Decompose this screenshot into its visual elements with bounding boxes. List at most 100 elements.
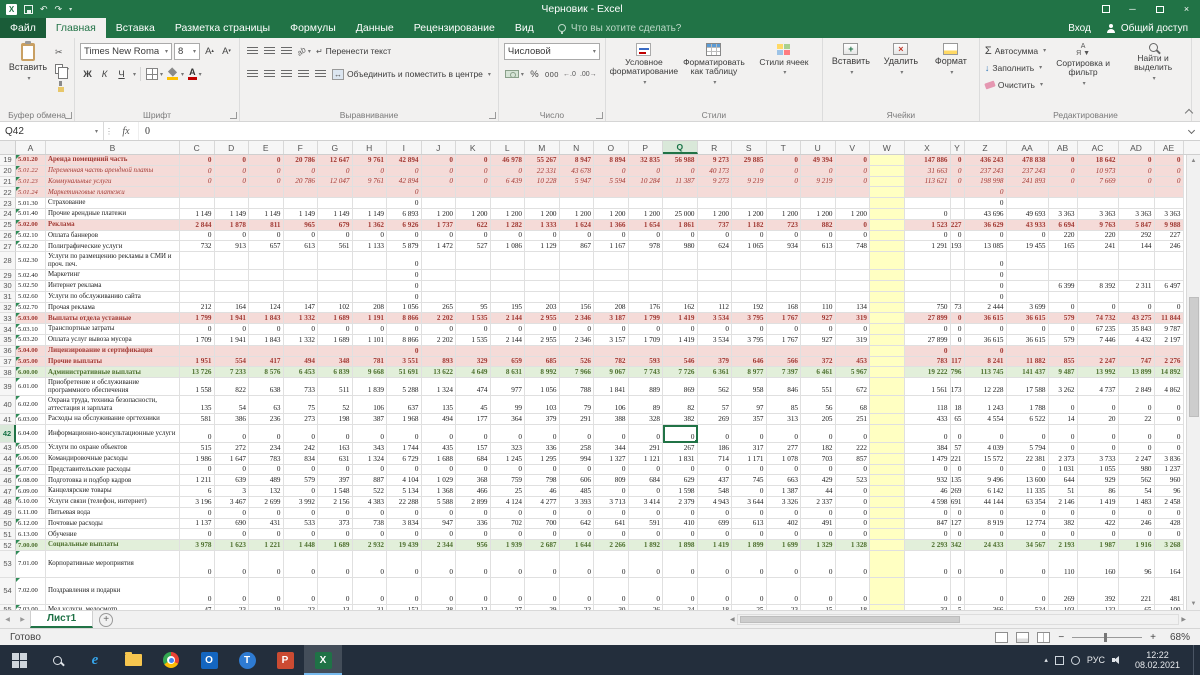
- grid-cell[interactable]: [214, 280, 249, 292]
- grid-cell[interactable]: 0: [387, 550, 422, 578]
- grid-cell[interactable]: 384: [904, 442, 951, 454]
- grid-cell[interactable]: 0: [904, 424, 951, 443]
- grid-cell[interactable]: [1154, 198, 1184, 209]
- grid-cell[interactable]: 855: [1048, 356, 1078, 368]
- grid-cell[interactable]: 110: [1048, 550, 1078, 578]
- grid-cell[interactable]: 3 187: [594, 313, 629, 325]
- grid-cell[interactable]: 0: [1048, 324, 1078, 335]
- grid-cell[interactable]: 147: [283, 302, 318, 314]
- grid-cell[interactable]: 1 332: [283, 334, 318, 346]
- grid-cell[interactable]: 2 955: [525, 334, 560, 346]
- grid-cell[interactable]: 0: [559, 464, 594, 476]
- grid-cell[interactable]: [318, 198, 353, 209]
- grid-cell[interactable]: 0: [1006, 464, 1049, 476]
- grid-cell[interactable]: 0: [525, 529, 560, 541]
- grid-cell[interactable]: 0: [835, 424, 870, 443]
- grid-cell[interactable]: 2 346: [559, 334, 594, 346]
- grid-cell[interactable]: 6.06.00: [16, 453, 46, 465]
- grid-cell[interactable]: 46: [525, 486, 560, 497]
- grid-cell[interactable]: 644: [1048, 475, 1078, 487]
- grid-cell[interactable]: 798: [525, 475, 560, 487]
- grid-cell[interactable]: [835, 198, 870, 209]
- grid-cell[interactable]: 392: [1077, 577, 1119, 605]
- grid-cell[interactable]: 6.07.00: [16, 464, 46, 476]
- grid-cell[interactable]: 57: [950, 442, 965, 454]
- grid-cell[interactable]: 0: [964, 324, 1007, 335]
- grid-cell[interactable]: 551: [801, 378, 836, 397]
- grid-cell[interactable]: 7.03.00: [16, 604, 46, 610]
- grid-cell[interactable]: [490, 198, 525, 209]
- grid-cell[interactable]: 43 696: [964, 208, 1007, 220]
- grid-cell[interactable]: 0: [801, 550, 836, 578]
- row-header-28[interactable]: 28: [0, 252, 16, 271]
- grid-cell[interactable]: [697, 187, 732, 199]
- grid-cell[interactable]: [421, 252, 456, 271]
- row-header-50[interactable]: 50: [0, 518, 16, 530]
- grid-cell[interactable]: 132: [1078, 604, 1119, 610]
- grid-cell[interactable]: 0: [180, 230, 215, 242]
- grid-cell[interactable]: [594, 270, 629, 281]
- grid-cell[interactable]: Представительские расходы: [46, 464, 180, 476]
- grid-cell[interactable]: 102: [318, 302, 353, 314]
- cell-styles-button[interactable]: Стили ячеек ▾: [751, 41, 817, 76]
- ribbon-tab-Вставка[interactable]: Вставка: [106, 18, 165, 38]
- grid-cell[interactable]: Прочие арендные платежи: [46, 208, 180, 220]
- grid-cell[interactable]: [870, 486, 905, 497]
- tell-me-search[interactable]: Что вы хотите сделать?: [557, 18, 681, 38]
- grid-cell[interactable]: 2 337: [801, 496, 836, 508]
- grid-cell[interactable]: [870, 241, 905, 253]
- grid-cell[interactable]: 481: [1154, 577, 1184, 605]
- grid-cell[interactable]: 336: [525, 442, 560, 454]
- grid-cell[interactable]: 0: [352, 165, 387, 177]
- grid-cell[interactable]: 0: [456, 165, 491, 177]
- grid-cell[interactable]: 0: [283, 464, 318, 476]
- align-left-button[interactable]: [245, 66, 260, 82]
- grid-cell[interactable]: 690: [214, 518, 249, 530]
- grid-cell[interactable]: 0: [1154, 302, 1184, 314]
- grid-cell[interactable]: 51: [1048, 486, 1078, 497]
- grid-cell[interactable]: 0: [663, 464, 698, 476]
- taskbar-app-folder[interactable]: [114, 645, 152, 675]
- grid-cell[interactable]: 638: [249, 378, 284, 397]
- decrease-decimal-button[interactable]: .00→: [579, 66, 598, 82]
- grid-cell[interactable]: 1 078: [766, 453, 801, 465]
- grid-cell[interactable]: 0: [950, 230, 965, 242]
- column-header-G[interactable]: G: [318, 141, 353, 154]
- grid-cell[interactable]: 1 167: [594, 241, 629, 253]
- grid-cell[interactable]: 0: [249, 577, 284, 605]
- grid-cell[interactable]: 3 644: [732, 496, 767, 508]
- grid-cell[interactable]: 554: [214, 356, 249, 368]
- grid-cell[interactable]: 0: [766, 529, 801, 541]
- grid-cell[interactable]: 1 535: [456, 313, 491, 325]
- grid-cell[interactable]: 515: [180, 442, 215, 454]
- row-header-51[interactable]: 51: [0, 529, 16, 541]
- grid-cell[interactable]: [870, 208, 905, 220]
- grid-cell[interactable]: 1 149: [249, 208, 284, 220]
- grid-cell[interactable]: 10 973: [1077, 165, 1119, 177]
- grid-cell[interactable]: 672: [835, 378, 870, 397]
- grid-cell[interactable]: [766, 291, 801, 303]
- grid-cell[interactable]: 485: [559, 486, 594, 497]
- grid-cell[interactable]: 366: [965, 604, 1007, 610]
- grid-cell[interactable]: 1 624: [559, 219, 594, 231]
- grid-cell[interactable]: 0: [1118, 155, 1155, 166]
- grid-cell[interactable]: [594, 280, 629, 292]
- grid-cell[interactable]: 0: [964, 230, 1007, 242]
- row-header-44[interactable]: 44: [0, 453, 16, 465]
- grid-cell[interactable]: 313: [766, 414, 801, 425]
- grid-cell[interactable]: 3 978: [180, 540, 215, 551]
- grid-cell[interactable]: 8 392: [1077, 280, 1119, 292]
- grid-cell[interactable]: 12 774: [1006, 518, 1049, 530]
- grid-cell[interactable]: 0: [387, 230, 422, 242]
- grid-cell[interactable]: Переменная часть арендной платы: [46, 165, 180, 177]
- grid-cell[interactable]: 6 461: [801, 367, 836, 379]
- grid-cell[interactable]: 489: [249, 475, 284, 487]
- grid-cell[interactable]: 18: [950, 396, 965, 415]
- row-header-53[interactable]: 53: [0, 550, 16, 578]
- grid-cell[interactable]: 684: [456, 453, 491, 465]
- grid-cell[interactable]: Услуги связи (телефон, интернет): [46, 496, 180, 508]
- grid-cell[interactable]: 0: [525, 464, 560, 476]
- speaker-icon[interactable]: [1111, 655, 1122, 665]
- grid-cell[interactable]: 0: [387, 324, 422, 335]
- grid-cell[interactable]: Аренда помещений часть: [46, 155, 180, 166]
